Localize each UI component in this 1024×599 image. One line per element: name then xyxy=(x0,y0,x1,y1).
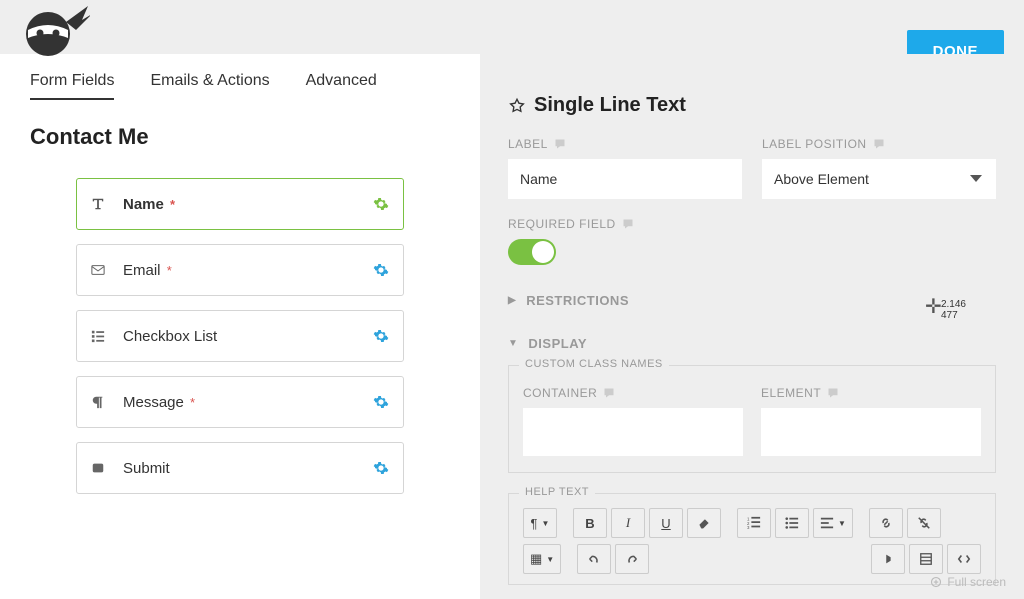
paragraph-format-button[interactable]: ¶▼ xyxy=(523,508,557,538)
fullscreen-button[interactable]: Full screen xyxy=(930,575,1006,589)
position-select[interactable]: Above Element xyxy=(762,159,996,199)
tooltip-icon[interactable] xyxy=(603,387,615,399)
eraser-button[interactable] xyxy=(687,508,721,538)
element-header: ELEMENT xyxy=(761,386,821,400)
gear-icon[interactable] xyxy=(373,328,389,344)
code-view-button[interactable] xyxy=(947,544,981,574)
label-header: LABEL xyxy=(508,137,548,151)
tooltip-icon[interactable] xyxy=(873,138,885,150)
field-row-submit[interactable]: Submit xyxy=(76,442,404,494)
triangle-right-icon: ▶ xyxy=(508,295,516,306)
square-icon xyxy=(91,461,109,475)
svg-text:3: 3 xyxy=(747,525,750,530)
unordered-list-button[interactable] xyxy=(775,508,809,538)
italic-button[interactable]: I xyxy=(611,508,645,538)
gear-icon[interactable] xyxy=(373,196,389,212)
tab-form-fields[interactable]: Form Fields xyxy=(30,72,114,100)
unlink-button[interactable] xyxy=(907,508,941,538)
field-settings-panel: Single Line Text LABEL LABEL POSITION Ab… xyxy=(480,54,1024,599)
required-header: REQUIRED FIELD xyxy=(508,217,616,231)
library-button[interactable] xyxy=(909,544,943,574)
align-button[interactable]: ▼ xyxy=(813,508,853,538)
element-class-input[interactable] xyxy=(761,408,981,456)
container-header: CONTAINER xyxy=(523,386,597,400)
tooltip-icon[interactable] xyxy=(827,387,839,399)
field-label: Checkbox List xyxy=(123,328,217,345)
list-icon xyxy=(91,329,109,343)
field-row-message[interactable]: Message * xyxy=(76,376,404,428)
tab-emails-actions[interactable]: Emails & Actions xyxy=(150,72,269,100)
paragraph-icon xyxy=(91,395,109,409)
tab-advanced[interactable]: Advanced xyxy=(306,72,377,100)
gear-icon[interactable] xyxy=(373,460,389,476)
link-button[interactable] xyxy=(869,508,903,538)
field-row-name[interactable]: Name * xyxy=(76,178,404,230)
field-label: Submit xyxy=(123,460,170,477)
field-row-email[interactable]: Email * xyxy=(76,244,404,296)
gear-icon[interactable] xyxy=(373,394,389,410)
field-label: Email xyxy=(123,262,161,279)
triangle-down-icon: ▼ xyxy=(508,338,518,349)
required-asterisk: * xyxy=(170,197,175,212)
media-button[interactable] xyxy=(871,544,905,574)
form-builder-panel: Form Fields Emails & Actions Advanced Co… xyxy=(0,54,480,599)
required-asterisk: * xyxy=(190,395,195,410)
position-header: LABEL POSITION xyxy=(762,137,867,151)
ordered-list-button[interactable]: 123 xyxy=(737,508,771,538)
custom-classes-legend: CUSTOM CLASS NAMES xyxy=(519,358,669,370)
underline-button[interactable]: U xyxy=(649,508,683,538)
tooltip-icon[interactable] xyxy=(554,138,566,150)
text-icon xyxy=(91,197,109,211)
bold-button[interactable]: B xyxy=(573,508,607,538)
required-asterisk: * xyxy=(167,263,172,278)
container-class-input[interactable] xyxy=(523,408,743,456)
gear-icon[interactable] xyxy=(373,262,389,278)
editor-toolbar: ¶▼ B I U 123 ▼ xyxy=(523,508,981,538)
tooltip-icon[interactable] xyxy=(622,218,634,230)
redo-button[interactable] xyxy=(615,544,649,574)
field-row-checkbox-list[interactable]: Checkbox List xyxy=(76,310,404,362)
required-toggle[interactable] xyxy=(508,239,556,265)
form-title: Contact Me xyxy=(30,124,450,150)
star-icon[interactable] xyxy=(508,97,526,115)
help-text-legend: HELP TEXT xyxy=(519,486,595,498)
table-button[interactable]: ▦▼ xyxy=(523,544,561,574)
cursor-coordinates: ✛ 2.146477 xyxy=(941,299,966,321)
mail-icon xyxy=(91,263,109,277)
settings-title: Single Line Text xyxy=(534,94,686,117)
field-label: Name xyxy=(123,196,164,213)
ninja-logo xyxy=(20,0,90,61)
display-section[interactable]: ▼ DISPLAY xyxy=(508,336,996,351)
field-label: Message xyxy=(123,394,184,411)
restrictions-section[interactable]: ▶ RESTRICTIONS xyxy=(508,293,996,308)
undo-button[interactable] xyxy=(577,544,611,574)
label-input[interactable] xyxy=(508,159,742,199)
